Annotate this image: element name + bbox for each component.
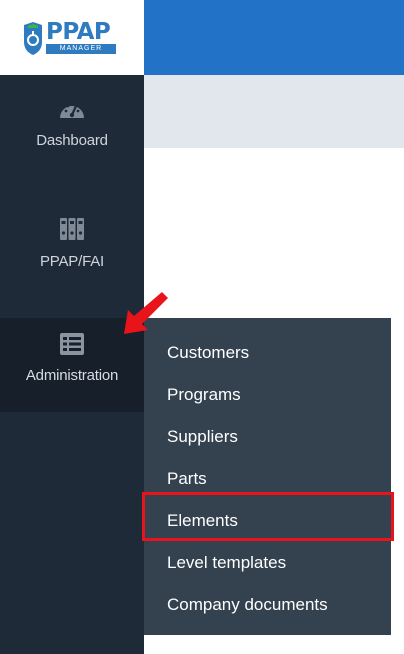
submenu-item-programs[interactable]: Programs: [167, 385, 241, 405]
submenu-item-level-templates[interactable]: Level templates: [167, 553, 286, 573]
logo-area: PPAP MANAGER: [0, 0, 144, 75]
list-icon: [60, 333, 84, 355]
submenu-item-parts[interactable]: Parts: [167, 469, 207, 489]
dashboard-gauge-icon: [60, 102, 84, 118]
submenu-item-customers[interactable]: Customers: [167, 343, 249, 363]
sidebar-item-label: Administration: [25, 367, 119, 384]
red-arrow-icon: [124, 292, 168, 334]
submenu-item-suppliers[interactable]: Suppliers: [167, 427, 238, 447]
sidebar-item-ppap-fai[interactable]: PPAP/FAI: [0, 217, 144, 270]
sidebar-item-label: Dashboard: [36, 132, 108, 149]
sidebar: Dashboard PPAP/FAI Administration: [0, 75, 144, 654]
submenu-item-company-documents[interactable]: Company documents: [167, 595, 328, 615]
sidebar-item-label: PPAP/FAI: [40, 253, 104, 270]
logo-shield-icon: [24, 22, 42, 55]
administration-submenu: Customers Programs Suppliers Parts Eleme…: [144, 318, 391, 635]
logo-subtext: MANAGER: [46, 44, 116, 54]
binders-icon: [60, 218, 84, 240]
sub-header: [144, 75, 404, 148]
logo-text: PPAP: [46, 19, 111, 45]
ppap-manager-logo[interactable]: PPAP MANAGER: [22, 19, 118, 58]
elements-highlight-box: [142, 492, 394, 541]
top-bar: [144, 0, 404, 75]
sidebar-item-dashboard[interactable]: Dashboard: [0, 98, 144, 149]
